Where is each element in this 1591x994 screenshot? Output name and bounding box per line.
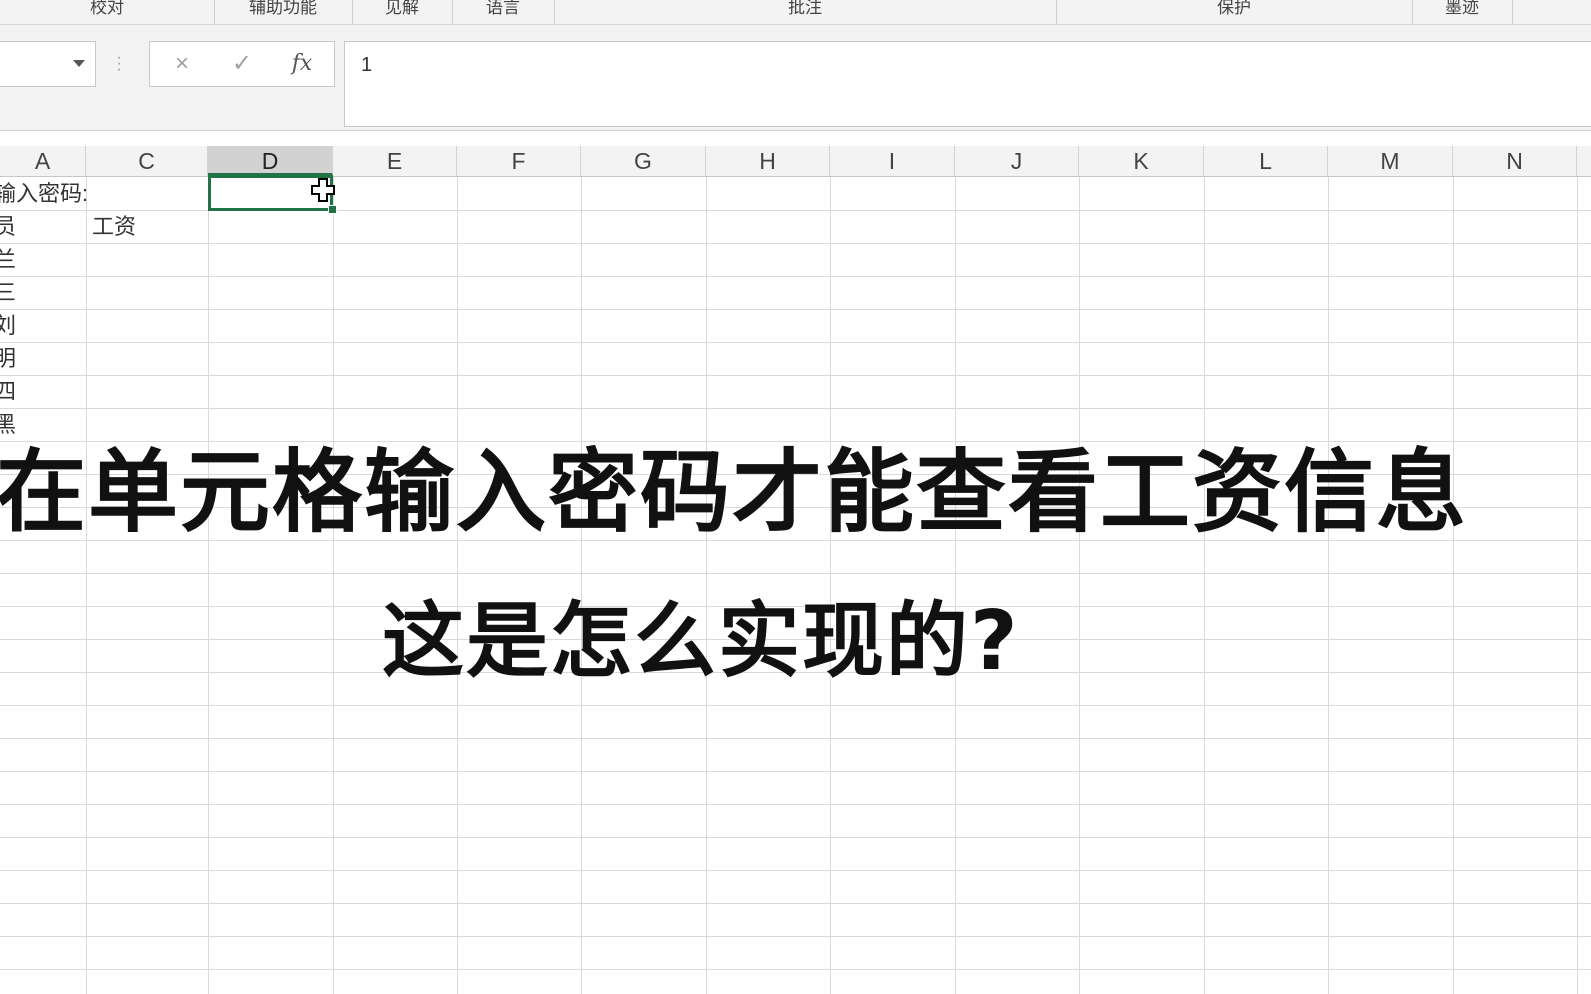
- cell-a5[interactable]: 刘: [0, 313, 16, 339]
- gridline: [0, 342, 1591, 343]
- gridline: [0, 309, 1591, 310]
- column-header-c[interactable]: C: [86, 146, 208, 176]
- column-header-l[interactable]: L: [1204, 146, 1328, 176]
- cell-a3[interactable]: 兰: [0, 247, 16, 273]
- gridline: [457, 177, 458, 994]
- gridline: [0, 870, 1591, 871]
- gridline: [955, 177, 956, 994]
- column-header-d[interactable]: D: [208, 146, 333, 176]
- gridline: [0, 243, 1591, 244]
- ribbon-group-label: 辅助功能: [249, 0, 317, 17]
- worksheet-grid[interactable]: 输入密码: 员 工资 兰 三 刘 明 四 黑: [0, 175, 1591, 994]
- column-header-f[interactable]: F: [457, 146, 581, 176]
- gridline: [0, 738, 1591, 739]
- ribbon-group-label: 见解: [385, 0, 419, 17]
- column-header-j[interactable]: J: [955, 146, 1079, 176]
- caption-line-2: 这是怎么实现的?: [382, 594, 1020, 689]
- gridline: [0, 837, 1591, 838]
- ribbon-group-proofing: 校对: [0, 0, 215, 24]
- gridline: [333, 177, 334, 994]
- column-header-i[interactable]: I: [830, 146, 955, 176]
- gridline: [0, 804, 1591, 805]
- cell-a8[interactable]: 黑: [0, 412, 16, 438]
- ribbon-group-label: 墨迹: [1445, 0, 1479, 17]
- caption-line-1: 在单元格输入密码才能查看工资信息: [0, 440, 1468, 545]
- column-header-a[interactable]: A: [0, 146, 86, 176]
- ribbon-group-label: 批注: [788, 0, 822, 17]
- chevron-down-icon[interactable]: [73, 60, 85, 67]
- gridline: [706, 177, 707, 994]
- formula-bar-area: · · · × ✓ fx 1: [0, 25, 1591, 131]
- ribbon-group-protect: 保护: [1056, 0, 1413, 24]
- column-header-partial[interactable]: [1577, 146, 1591, 176]
- ribbon-group-label: 语言: [486, 0, 520, 17]
- gridline: [0, 705, 1591, 706]
- cell-a7[interactable]: 四: [0, 379, 16, 405]
- gridline: [0, 375, 1591, 376]
- gridline: [1577, 177, 1578, 994]
- column-header-e[interactable]: E: [333, 146, 457, 176]
- column-header-g[interactable]: G: [581, 146, 706, 176]
- cell-a4[interactable]: 三: [0, 280, 16, 306]
- gridline: [1079, 177, 1080, 994]
- formula-input[interactable]: 1: [344, 41, 1591, 127]
- column-header-h[interactable]: H: [706, 146, 830, 176]
- gridline: [1328, 177, 1329, 994]
- gridline: [86, 177, 87, 994]
- ribbon-group-accessibility: 辅助功能: [214, 0, 353, 24]
- formula-buttons: × ✓ fx: [149, 41, 335, 87]
- ribbon-group-labels: 校对 辅助功能 见解 语言 批注 保护 墨迹: [0, 0, 1591, 25]
- gridline: [0, 771, 1591, 772]
- ribbon-group-comments: 批注: [554, 0, 1057, 24]
- column-header-m[interactable]: M: [1328, 146, 1453, 176]
- gridline: [0, 573, 1591, 574]
- cell-a2[interactable]: 员: [0, 214, 16, 240]
- gridline: [0, 969, 1591, 970]
- fx-label: fx: [291, 51, 313, 76]
- fill-handle[interactable]: [328, 205, 337, 214]
- ribbon-group-language: 语言: [452, 0, 555, 24]
- column-header-k[interactable]: K: [1079, 146, 1204, 176]
- cell-a6[interactable]: 明: [0, 346, 16, 372]
- gridline: [830, 177, 831, 994]
- column-header-n[interactable]: N: [1453, 146, 1577, 176]
- gridline: [0, 936, 1591, 937]
- gridline: [0, 276, 1591, 277]
- ribbon-group-ink: 墨迹: [1412, 0, 1513, 24]
- resize-grip-icon[interactable]: · · ·: [116, 50, 122, 78]
- gridline: [1453, 177, 1454, 994]
- gridline: [1204, 177, 1205, 994]
- ribbon-group-insights: 见解: [352, 0, 453, 24]
- cancel-icon[interactable]: ×: [162, 48, 202, 80]
- gridline: [581, 177, 582, 994]
- ribbon-group-label: 校对: [90, 0, 124, 17]
- ribbon-group-label: 保护: [1217, 0, 1251, 17]
- gridline: [0, 903, 1591, 904]
- cell-a1[interactable]: 输入密码:: [0, 181, 88, 207]
- cell-c2[interactable]: 工资: [92, 214, 136, 240]
- name-box[interactable]: [0, 41, 96, 87]
- formula-value: 1: [361, 54, 373, 76]
- gridline: [208, 177, 209, 994]
- gridline: [0, 408, 1591, 409]
- enter-icon[interactable]: ✓: [222, 48, 262, 80]
- cross-cursor-icon: [311, 178, 335, 202]
- column-headers: A C D E F G H I J K L M N: [0, 146, 1591, 177]
- insert-function-icon[interactable]: fx: [282, 48, 322, 80]
